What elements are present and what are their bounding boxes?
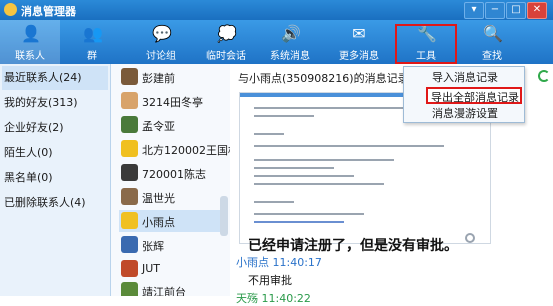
avatar-icon [121,92,138,109]
toolbar-search-button[interactable]: 🔍 查找 [464,20,520,64]
speaker-icon: 🔊 [281,24,301,43]
toolbar-temp-chat-label: 临时会话 [206,51,246,62]
refresh-icon[interactable] [538,70,550,82]
discussion-icon: 💬 [152,24,172,43]
contact-item[interactable]: 3214田冬亭 [119,90,227,112]
contact-list: 彭建前 3214田冬亭 孟令亚 北方120002王国栋 720001陈志 温世光… [111,64,239,296]
menu-import-records[interactable]: 导入消息记录 [404,69,524,86]
preview-text-line [254,159,394,161]
contact-item-selected[interactable]: 小雨点 [119,210,227,232]
more-messages-icon: ✉ [352,24,366,43]
qq-logo-icon [4,3,17,16]
message-sender-time: 天殇 11:40:22 [236,292,311,305]
contact-list-scrollbar[interactable] [220,196,228,236]
menu-roaming-settings[interactable]: 消息漫游设置 [404,105,524,122]
contact-name: 北方120002王国栋 [142,144,239,157]
preview-link-line [254,221,344,223]
toolbar-system-messages-label: 系统消息 [270,51,310,62]
toolbar-more-messages-label: 更多消息 [339,51,379,62]
group-icon: 👥 [83,24,103,43]
window-title: 消息管理器 [21,5,76,18]
main-toolbar: 👤 联系人 👥 群 💬 讨论组 💭 临时会话 🔊 系统消息 ✉ 更多消息 🔧 工… [0,20,553,64]
title-bar: 消息管理器 ▾ − □ ✕ [0,0,553,20]
menu-export-all-records[interactable]: 导出全部消息记录 [426,87,522,104]
toolbar-temp-chat-button[interactable]: 💭 临时会话 [196,20,256,64]
contact-name: 靖江前台 [142,286,186,296]
preview-text-line [254,107,404,109]
avatar-icon [121,236,138,253]
contact-item[interactable]: 北方120002王国栋 [119,138,239,160]
menu-arrow-button[interactable]: ▾ [464,2,484,19]
preview-text-line [254,183,384,185]
category-deleted[interactable]: 已删除联系人(4) [2,191,108,215]
category-recent[interactable]: 最近联系人(24) [2,66,108,90]
tools-dropdown-menu: 导入消息记录 导出全部消息记录 消息漫游设置 [403,66,525,123]
toolbar-system-messages-button[interactable]: 🔊 系统消息 [258,20,322,64]
contact-item[interactable]: 孟令亚 [119,114,227,136]
avatar-icon [121,260,138,277]
contact-name: 彭建前 [142,72,175,85]
person-icon: 👤 [21,24,41,43]
toolbar-discussion-label: 讨论组 [146,51,176,62]
toolbar-discussion-button[interactable]: 💬 讨论组 [134,20,188,64]
contact-name: 小雨点 [142,216,175,229]
avatar-icon [121,164,138,181]
avatar-icon [121,188,138,205]
message-text: 已经申请注册了，但是没有审批。 [248,238,458,254]
toolbar-groups-label: 群 [87,51,97,62]
contact-name: 3214田冬亭 [142,96,203,109]
avatar-icon [121,140,138,157]
preview-text-line [254,213,364,215]
avatar-icon [121,282,138,296]
contact-name: 孟令亚 [142,120,175,133]
toolbar-groups-button[interactable]: 👥 群 [64,20,120,64]
contact-name: JUT [142,262,161,275]
category-enterprise[interactable]: 企业好友(2) [2,116,108,140]
avatar-icon [121,212,138,229]
contact-item[interactable]: JUT [119,258,227,280]
close-button[interactable]: ✕ [527,2,547,19]
contact-item[interactable]: 靖江前台 [119,280,227,296]
maximize-button[interactable]: □ [506,2,526,19]
toolbar-search-label: 查找 [482,51,502,62]
contact-name: 温世光 [142,192,175,205]
preview-text-line [254,145,444,147]
search-icon: 🔍 [483,24,503,43]
preview-text-line [254,115,314,117]
toolbar-contacts-button[interactable]: 👤 联系人 [0,20,60,64]
contact-item[interactable]: 温世光 [119,186,227,208]
contact-name: 720001陈志 [142,168,206,181]
temp-chat-icon: 💭 [217,24,237,43]
category-blacklist[interactable]: 黑名单(0) [2,166,108,190]
history-title: 与小雨点(350908216)的消息记录 [238,72,409,85]
category-strangers[interactable]: 陌生人(0) [2,141,108,165]
zoom-icon[interactable] [465,233,475,243]
avatar-icon [121,68,138,85]
toolbar-contacts-label: 联系人 [15,51,45,62]
minimize-button[interactable]: − [485,2,505,19]
category-panel: 最近联系人(24) 我的好友(313) 企业好友(2) 陌生人(0) 黑名单(0… [0,64,111,296]
category-friends[interactable]: 我的好友(313) [2,91,108,115]
toolbar-more-messages-button[interactable]: ✉ 更多消息 [326,20,392,64]
message-text: 不用审批 [248,274,292,287]
avatar-icon [121,116,138,133]
contact-item[interactable]: 彭建前 [119,66,227,88]
preview-text-line [254,167,334,169]
preview-text-line [254,133,284,135]
contact-item[interactable]: 张辉 [119,234,227,256]
preview-text-line [254,201,294,203]
contact-item[interactable]: 720001陈志 [119,162,227,184]
preview-text-line [254,175,354,177]
tools-highlight-box [395,24,457,64]
message-sender-time: 小雨点 11:40:17 [236,256,322,269]
contact-name: 张辉 [142,240,164,253]
